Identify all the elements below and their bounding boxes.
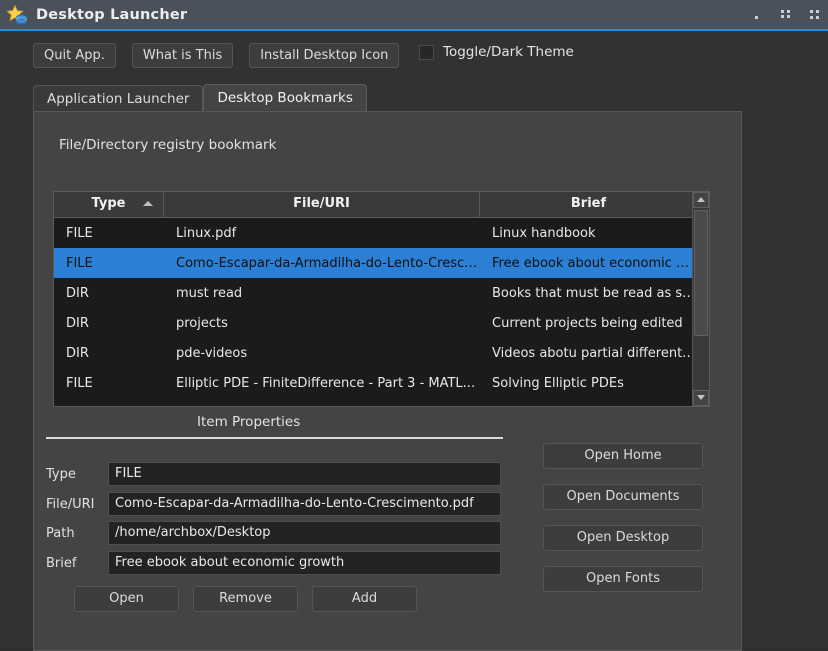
cell-brief: Current projects being edited [492,315,683,331]
cell-brief: Linux handbook [492,225,596,241]
field-brief-label: Brief [46,555,77,571]
cell-brief: Books that must be read as so... [492,285,697,301]
table-row[interactable]: DIR pde-videos Videos abotu partial diff… [54,338,709,368]
open-button[interactable]: Open [74,586,179,612]
scrollbar-thumb[interactable] [694,210,708,336]
cell-type: FILE [66,225,93,241]
cell-file-uri: pde-videos [176,345,248,361]
column-header-type[interactable]: Type [54,192,164,217]
cell-file-uri: Linux.pdf [176,225,237,241]
column-header-file-uri[interactable]: File/URI [164,192,480,217]
cell-type: DIR [66,315,89,331]
item-properties-separator [46,437,503,439]
desktop-bookmarks-panel: File/Directory registry bookmark Type Fi… [33,111,742,651]
quit-app-button[interactable]: Quit App. [33,43,116,68]
maximize-icon[interactable] [780,9,791,20]
field-type: Type FILE [46,462,501,486]
cell-file-uri: Como-Escapar-da-Armadilha-do-Lento-Cresc… [176,255,480,271]
window-title: Desktop Launcher [36,6,188,23]
table-header-row: Type File/URI Brief [54,192,709,218]
content-area: Quit App. What is This Install Desktop I… [0,31,828,651]
table-row[interactable]: FILE Como-Escapar-da-Armadilha-do-Lento-… [54,248,709,278]
table-body: FILE Linux.pdf Linux handbook FILE Como-… [54,218,709,406]
field-file-uri-input[interactable]: Como-Escapar-da-Armadilha-do-Lento-Cresc… [108,492,501,516]
cell-type: FILE [66,255,93,271]
theme-toggle-label: Toggle/Dark Theme [443,44,574,60]
field-path: Path /home/archbox/Desktop [46,521,501,545]
tab-application-launcher[interactable]: Application Launcher [33,85,204,112]
tab-bar: Application Launcher Desktop Bookmarks [33,84,367,112]
scroll-down-icon[interactable] [693,390,709,406]
star-database-icon [6,4,28,26]
remove-button[interactable]: Remove [193,586,298,612]
add-button[interactable]: Add [312,586,417,612]
open-desktop-button[interactable]: Open Desktop [543,525,703,551]
cell-file-uri: projects [176,315,228,331]
shortcut-buttons: Open Home Open Documents Open Desktop Op… [543,443,703,607]
item-properties-title: Item Properties [197,414,301,430]
field-file-uri: File/URI Como-Escapar-da-Armadilha-do-Le… [46,492,501,516]
table-row[interactable]: FILE Elliptic PDE - FiniteDifference - P… [54,368,709,398]
cell-file-uri: must read [176,285,243,301]
tab-desktop-bookmarks[interactable]: Desktop Bookmarks [203,84,367,112]
open-fonts-button[interactable]: Open Fonts [543,566,703,592]
field-file-uri-label: File/URI [46,496,95,512]
field-type-label: Type [46,466,76,482]
theme-toggle-checkbox[interactable] [419,44,434,60]
field-brief: Brief Free ebook about economic growth [46,551,501,575]
cell-brief: Free ebook about economic gr... [492,255,697,271]
cell-file-uri: Elliptic PDE - FiniteDifference - Part 3… [176,375,476,391]
bookmarks-table[interactable]: Type File/URI Brief FILE Linux.pdf Linux… [53,191,710,407]
window-controls [751,0,820,29]
open-documents-button[interactable]: Open Documents [543,484,703,510]
cell-brief: Solving Elliptic PDEs [492,375,624,391]
item-actions: Open Remove Add [74,586,431,612]
open-home-button[interactable]: Open Home [543,443,703,469]
column-header-type-label: Type [91,196,126,211]
cell-type: DIR [66,345,89,361]
column-header-brief[interactable]: Brief [480,192,697,217]
scroll-up-icon[interactable] [693,192,709,208]
cell-type: DIR [66,285,89,301]
table-vertical-scrollbar[interactable] [692,192,709,406]
minimize-icon[interactable] [751,9,762,20]
title-bar: Desktop Launcher [0,0,828,29]
field-brief-input[interactable]: Free ebook about economic growth [108,551,501,575]
table-row[interactable]: DIR projects Current projects being edit… [54,308,709,338]
cell-brief: Videos abotu partial differenti... [492,345,697,361]
close-icon[interactable] [809,9,820,20]
application-window: Desktop Launcher Quit App. What is This … [0,0,828,651]
what-is-this-button[interactable]: What is This [131,43,234,68]
theme-toggle-row[interactable]: Toggle/Dark Theme [419,44,574,60]
table-row[interactable]: DIR must read Books that must be read as… [54,278,709,308]
table-row[interactable]: FILE Linux.pdf Linux handbook [54,218,709,248]
sort-ascending-icon [143,201,153,206]
field-type-input[interactable]: FILE [108,462,501,486]
field-path-input[interactable]: /home/archbox/Desktop [108,521,501,545]
cell-type: FILE [66,375,93,391]
install-desktop-icon-button[interactable]: Install Desktop Icon [249,43,400,68]
field-path-label: Path [46,525,75,541]
toolbar: Quit App. What is This Install Desktop I… [33,43,415,68]
panel-caption: File/Directory registry bookmark [59,137,277,153]
